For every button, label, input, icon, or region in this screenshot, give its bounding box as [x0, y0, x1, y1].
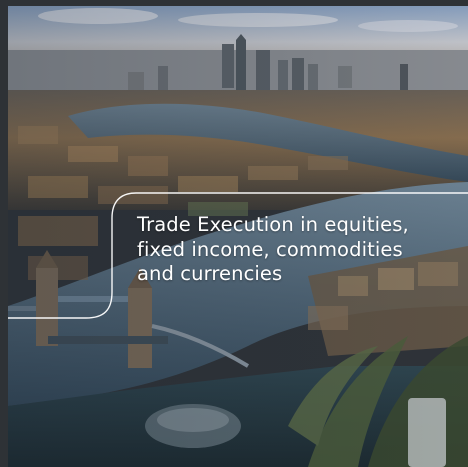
- headline-line-1: Trade Execution in equities,: [137, 213, 409, 236]
- headline-line-3: and currencies: [137, 262, 283, 285]
- frame-border-left: [0, 0, 8, 467]
- frame-border-top: [0, 0, 468, 6]
- headline-line-2: fixed income, commodities: [137, 237, 403, 261]
- hero-headline: Trade Execution in equities, fixed incom…: [137, 213, 462, 287]
- hero-banner: Trade Execution in equities, fixed incom…: [0, 0, 468, 467]
